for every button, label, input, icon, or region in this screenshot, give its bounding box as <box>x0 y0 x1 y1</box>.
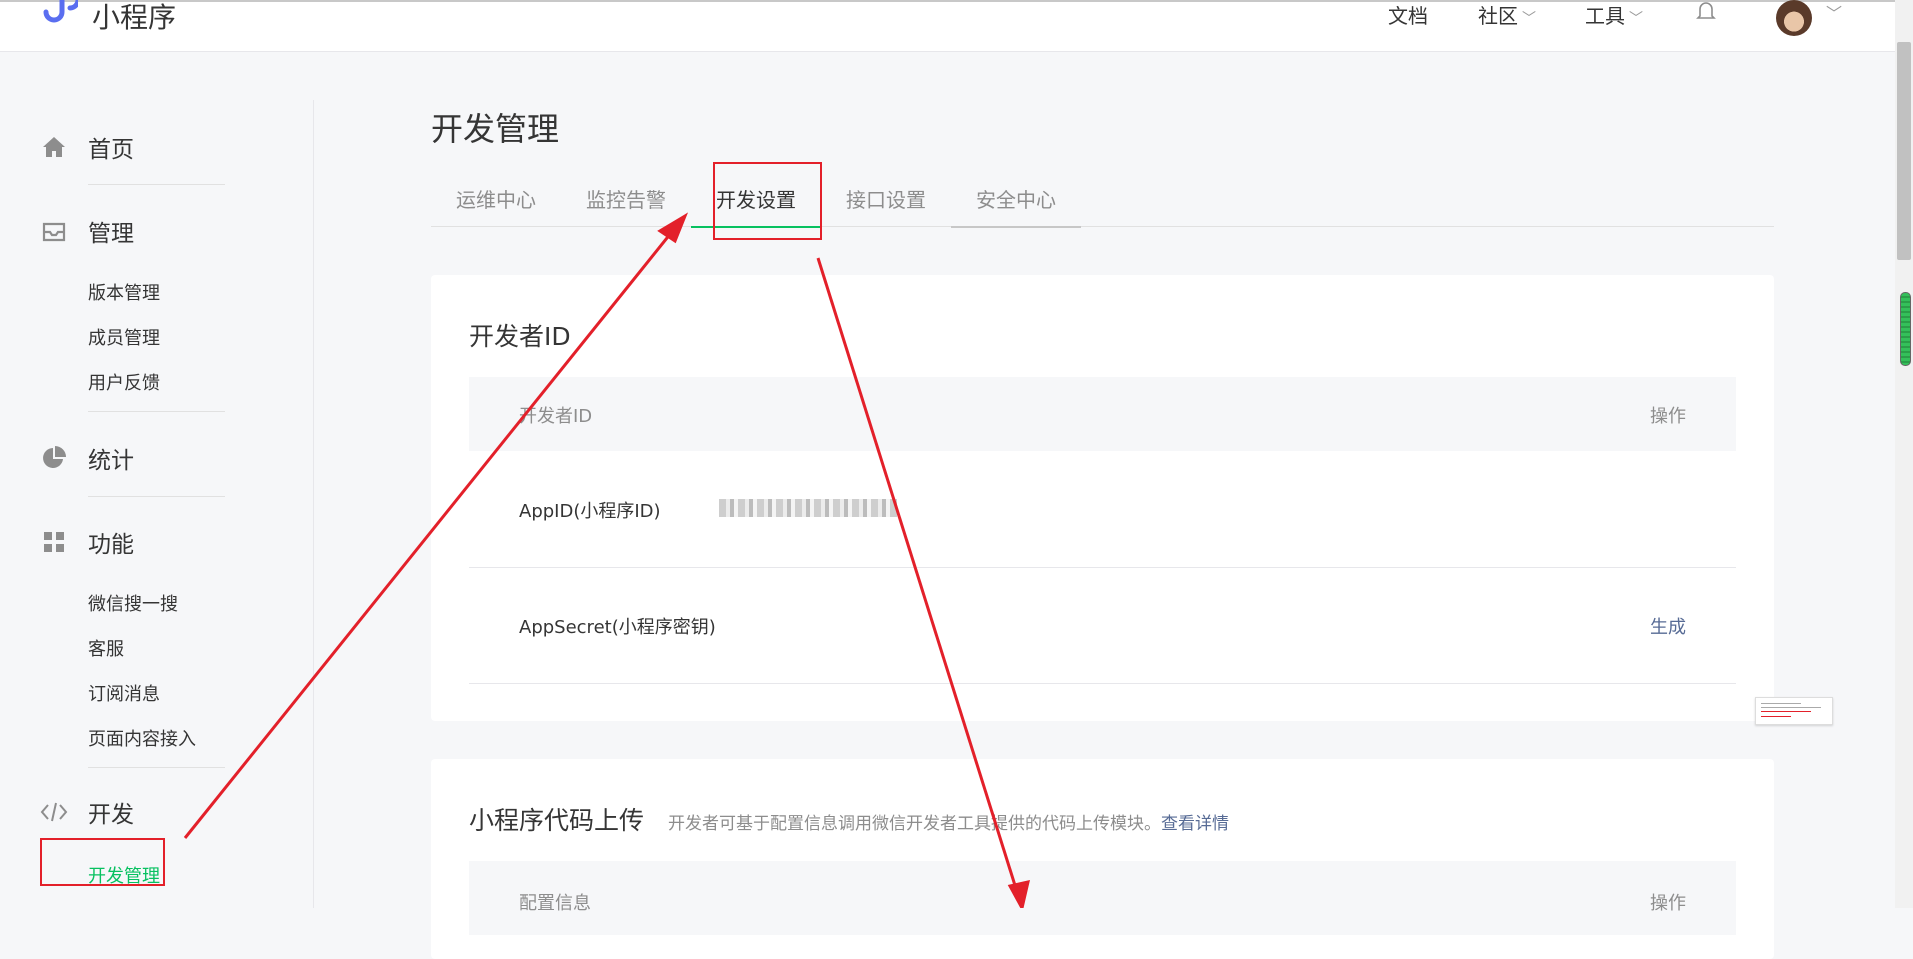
nav-tools-label: 工具 <box>1585 4 1625 28</box>
divider <box>88 767 225 768</box>
thumbnail-line <box>1761 716 1791 717</box>
card-description: 开发者可基于配置信息调用微信开发者工具提供的代码上传模块。查看详情 <box>668 814 1229 834</box>
chevron-down-icon[interactable]: ﹀ <box>1826 0 1842 24</box>
tab-api-settings[interactable]: 接口设置 <box>821 184 951 226</box>
table-header: 开发者ID 操作 <box>469 377 1736 451</box>
inbox-icon <box>40 217 68 245</box>
thumbnail-line <box>1761 707 1821 708</box>
sidebar-item-feedback[interactable]: 用户反馈 <box>88 369 160 395</box>
sidebar-divider <box>313 100 314 908</box>
chevron-down-icon: ﹀ <box>1522 11 1536 27</box>
chevron-down-icon: ﹀ <box>1629 11 1643 27</box>
battery-indicator-icon <box>1900 292 1911 366</box>
pie-chart-icon <box>40 444 68 472</box>
highlight-box-sidebar <box>40 838 165 886</box>
sidebar-group-label: 首页 <box>88 137 134 163</box>
nav-community[interactable]: 社区 ﹀ <box>1478 0 1536 29</box>
sidebar-item-home[interactable]: 首页 <box>40 130 134 164</box>
nav-docs-label: 文档 <box>1388 4 1428 28</box>
table-header: 配置信息 操作 <box>469 861 1736 935</box>
floating-thumbnail[interactable] <box>1755 697 1833 725</box>
sidebar-item-version[interactable]: 版本管理 <box>88 279 160 305</box>
card-description-text: 开发者可基于配置信息调用微信开发者工具提供的代码上传模块。 <box>668 814 1162 834</box>
miniprogram-logo-icon[interactable] <box>38 0 78 30</box>
appsecret-label: AppSecret(小程序密钥) <box>519 617 716 638</box>
sidebar-item-stats[interactable]: 统计 <box>40 441 134 475</box>
tab-monitor[interactable]: 监控告警 <box>561 184 691 226</box>
divider <box>88 411 225 412</box>
grid-icon <box>40 528 68 556</box>
nav-tools[interactable]: 工具 ﹀ <box>1585 0 1643 29</box>
avatar[interactable] <box>1776 0 1812 36</box>
sidebar-group-label: 功能 <box>88 532 134 558</box>
developer-id-card: 开发者ID 开发者ID 操作 AppID(小程序ID) AppSecret(小程… <box>431 275 1774 721</box>
tab-security[interactable]: 安全中心 <box>951 184 1081 228</box>
sidebar-item-features[interactable]: 功能 <box>40 525 134 559</box>
column-header: 配置信息 <box>519 893 591 914</box>
highlight-box-tab <box>713 162 822 240</box>
thumbnail-line <box>1761 711 1811 712</box>
thumbnail-line <box>1761 703 1801 704</box>
card-title-text: 小程序代码上传 <box>469 806 645 835</box>
sidebar-group-label: 管理 <box>88 221 134 247</box>
sidebar-group-label: 统计 <box>88 448 134 474</box>
nav-docs[interactable]: 文档 <box>1388 0 1428 29</box>
page-title: 开发管理 <box>431 110 560 148</box>
appid-value-blurred <box>719 499 897 517</box>
tab-ops[interactable]: 运维中心 <box>431 184 561 226</box>
appid-label: AppID(小程序ID) <box>519 501 661 522</box>
scrollbar-thumb[interactable] <box>1897 42 1911 260</box>
sidebar-item-search[interactable]: 微信搜一搜 <box>88 590 178 616</box>
home-icon <box>40 133 68 161</box>
code-upload-card: 小程序代码上传 开发者可基于配置信息调用微信开发者工具提供的代码上传模块。查看详情… <box>431 759 1774 959</box>
bell-icon[interactable] <box>1696 0 1716 22</box>
column-header: 操作 <box>1650 893 1686 914</box>
nav-community-label: 社区 <box>1478 4 1518 28</box>
card-title: 开发者ID <box>469 322 571 351</box>
divider <box>88 184 225 185</box>
tab-bar: 运维中心 监控告警 开发设置 接口设置 安全中心 <box>431 180 1774 228</box>
divider <box>88 496 225 497</box>
sidebar-item-subscribe[interactable]: 订阅消息 <box>88 680 160 706</box>
sidebar-item-service[interactable]: 客服 <box>88 635 124 661</box>
table-row: AppSecret(小程序密钥) 生成 <box>469 567 1736 684</box>
table-row: AppID(小程序ID) <box>469 451 1736 568</box>
sidebar-item-page-content[interactable]: 页面内容接入 <box>88 725 196 751</box>
top-bar: 小程序 文档 社区 ﹀ 工具 ﹀ ﹀ <box>0 0 1895 52</box>
sidebar-item-manage[interactable]: 管理 <box>40 214 134 248</box>
sidebar-group-label: 开发 <box>88 802 134 828</box>
sidebar-item-dev[interactable]: 开发 <box>40 795 134 829</box>
sidebar-item-members[interactable]: 成员管理 <box>88 324 160 350</box>
logo-text[interactable]: 小程序 <box>92 0 176 36</box>
card-title: 小程序代码上传 开发者可基于配置信息调用微信开发者工具提供的代码上传模块。查看详情 <box>469 801 1229 837</box>
column-header: 操作 <box>1650 406 1686 427</box>
code-icon <box>40 798 68 826</box>
generate-secret-link[interactable]: 生成 <box>1650 613 1686 639</box>
view-details-link[interactable]: 查看详情 <box>1161 814 1229 834</box>
column-header: 开发者ID <box>519 406 593 427</box>
